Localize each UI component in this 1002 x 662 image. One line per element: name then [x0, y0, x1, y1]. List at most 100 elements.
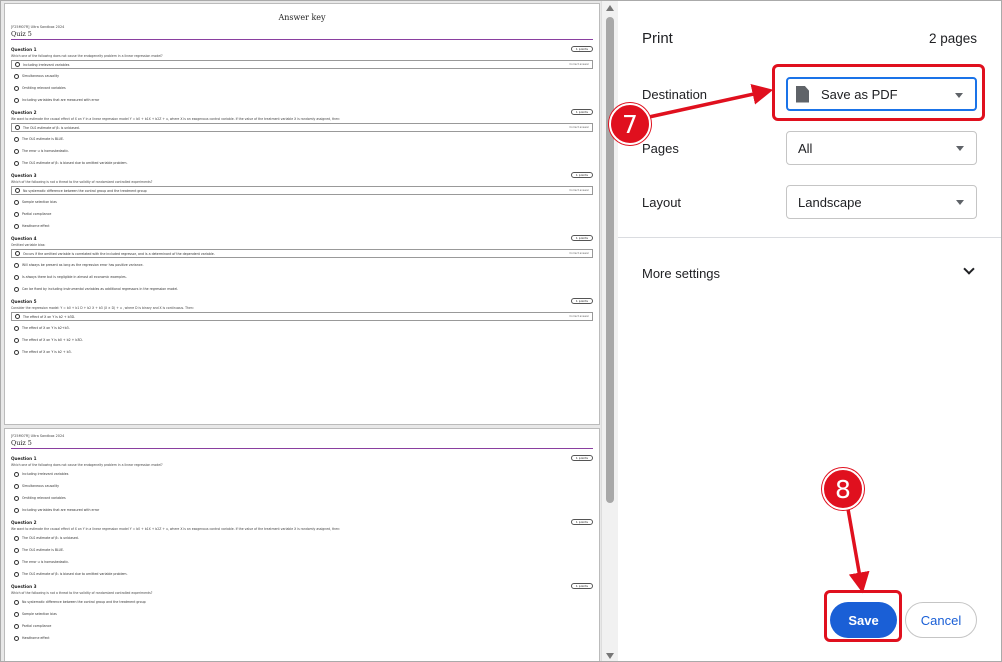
answer-text: Can be fixed by including instrumental v…	[22, 287, 179, 291]
answer-text: The OLS estimate of β₁ is biased due to …	[22, 572, 128, 576]
question-list: Question 11 points Which one of the follo…	[5, 454, 599, 644]
answer-text: Sample selection bias	[22, 200, 57, 204]
answer-text: The OLS estimate is BLUE.	[22, 137, 65, 141]
radio-mark-icon	[14, 337, 19, 343]
answer-text: No systematic difference between the con…	[23, 188, 147, 193]
answer-text: Simultaneous causality	[22, 74, 59, 78]
question-block: Question 11 points Which one of the follo…	[11, 454, 593, 516]
question-text: Which one of the following does not caus…	[11, 54, 163, 58]
answer-option: The OLS estimate of β₁ is unbiased.	[11, 532, 593, 544]
question-label: Question 4	[11, 235, 37, 241]
radio-mark-icon	[14, 136, 19, 142]
question-text: We want to estimate the causal effect of…	[11, 117, 341, 121]
step-8-badge: 8	[822, 468, 864, 510]
answer-option: The effect of X on Y is b2+b3.	[11, 322, 593, 334]
question-block: Question 21 points We want to estimate th…	[11, 108, 593, 169]
points-badge: 1 points	[570, 583, 593, 589]
answer-option: Sample selection bias	[11, 196, 593, 208]
question-text: Which of the following is not a threat t…	[11, 180, 153, 184]
radio-mark-icon	[14, 559, 19, 565]
pdf-file-icon	[796, 85, 809, 103]
pages-select[interactable]: All	[786, 131, 977, 165]
radio-mark-icon	[14, 471, 19, 477]
question-header: Question 1 1 points	[11, 45, 593, 53]
question-header: Question 2 1 points	[11, 518, 593, 526]
points-badge: 1 points	[570, 455, 593, 461]
answer-text: Partial compliance	[22, 624, 52, 628]
points-badge: 1 points	[570, 519, 593, 525]
answer-option: Sample selection bias	[11, 608, 593, 620]
radio-mark-icon	[14, 599, 19, 605]
answer-text: The error u is homoskedastic.	[22, 149, 70, 153]
pages-value: All	[798, 140, 813, 156]
question-text: Omitted variable bias:	[11, 243, 46, 247]
question-text: Consider the regression model: Y = b0 + …	[11, 306, 194, 310]
question-header: Question 3 1 points	[11, 582, 593, 590]
destination-value: Save as PDF	[821, 86, 898, 102]
answer-option: Including irrelevant variables	[11, 468, 593, 480]
answer-text: Simultaneous causality	[22, 484, 59, 488]
scroll-up-icon[interactable]	[606, 5, 614, 11]
radio-mark-icon	[15, 251, 20, 256]
answer-option: Can be fixed by including instrumental v…	[11, 283, 593, 295]
answer-text: The error u is homoskedastic.	[22, 560, 70, 564]
answer-text: Partial compliance	[22, 212, 52, 216]
radio-mark-icon	[14, 286, 19, 292]
answer-option: Hawthorne effect	[11, 220, 593, 232]
answer-option: Simultaneous causality	[11, 70, 593, 82]
step-7-badge: 7	[609, 103, 651, 145]
question-block: Question 21 points We want to estimate th…	[11, 518, 593, 580]
scroll-down-icon[interactable]	[606, 653, 614, 659]
answer-option: Omitting relevant variables	[11, 492, 593, 504]
answer-text: Hawthorne effect	[22, 636, 50, 640]
caret-down-icon	[956, 146, 964, 151]
answer-option: The effect of X on Y is b0 + b2 + b3D.	[11, 334, 593, 346]
radio-mark-icon	[14, 160, 19, 166]
cancel-button[interactable]: Cancel	[905, 602, 977, 638]
radio-mark-icon	[14, 97, 19, 103]
answer-option: Simultaneous causality	[11, 480, 593, 492]
answer-text: No systematic difference between the con…	[22, 600, 146, 604]
print-settings-panel: Print 2 pages Destination Save as PDF Pa…	[618, 1, 1001, 661]
answer-text: The OLS estimate is BLUE.	[22, 548, 65, 552]
question-label: Question 1	[11, 46, 37, 52]
radio-mark-icon	[14, 73, 19, 79]
save-button[interactable]: Save	[830, 602, 897, 638]
answer-option: The effect of X on Y is b2 + b3D. Correct…	[11, 312, 593, 321]
destination-select[interactable]: Save as PDF	[786, 77, 977, 111]
answer-text: Occurs if the omitted variable is correl…	[23, 251, 215, 256]
correct-answer-label: Correct answer	[569, 126, 589, 129]
layout-select[interactable]: Landscape	[786, 185, 977, 219]
answer-option: Including variables that are measured wi…	[11, 94, 593, 106]
chevron-down-icon[interactable]	[963, 263, 975, 275]
answer-text: Will always be present as long as the re…	[22, 263, 144, 267]
radio-mark-icon	[14, 262, 19, 268]
print-title: Print	[642, 30, 673, 47]
preview-scrollbar[interactable]	[601, 1, 618, 661]
answer-option: The OLS estimate of β₁ is biased due to …	[11, 157, 593, 169]
correct-answer-label: Correct answer	[569, 252, 589, 255]
page-count: 2 pages	[928, 31, 977, 46]
correct-answer-label: Correct answer	[569, 63, 589, 66]
question-header: Question 1 1 points	[11, 454, 593, 462]
radio-mark-icon	[14, 223, 19, 229]
question-label: Question 1	[11, 455, 37, 461]
question-label: Question 5	[11, 298, 37, 304]
answer-text: Including variables that are measured wi…	[22, 508, 100, 512]
question-block: Question 31 points Which of the following…	[11, 582, 593, 644]
more-settings-toggle[interactable]: More settings	[642, 266, 720, 281]
doc-title: Answer key	[278, 13, 326, 22]
radio-mark-icon	[14, 148, 19, 154]
radio-mark-icon	[14, 507, 19, 513]
points-badge: 1 points	[570, 235, 593, 241]
answer-text: The effect of X on Y is b2+b3.	[22, 326, 70, 330]
panel-divider	[618, 237, 1001, 238]
correct-answer-label: Correct answer	[569, 315, 589, 318]
answer-text: Including irrelevant variables	[22, 472, 69, 476]
answer-option: The OLS estimate is BLUE.	[11, 544, 593, 556]
radio-mark-icon	[15, 62, 20, 67]
answer-option: Hawthorne effect	[11, 632, 593, 644]
answer-option: Will always be present as long as the re…	[11, 259, 593, 271]
print-dialog: Answer key [F25M07R] Ultra Sandbox 2024 …	[0, 0, 1002, 662]
scrollbar-thumb[interactable]	[606, 17, 614, 503]
